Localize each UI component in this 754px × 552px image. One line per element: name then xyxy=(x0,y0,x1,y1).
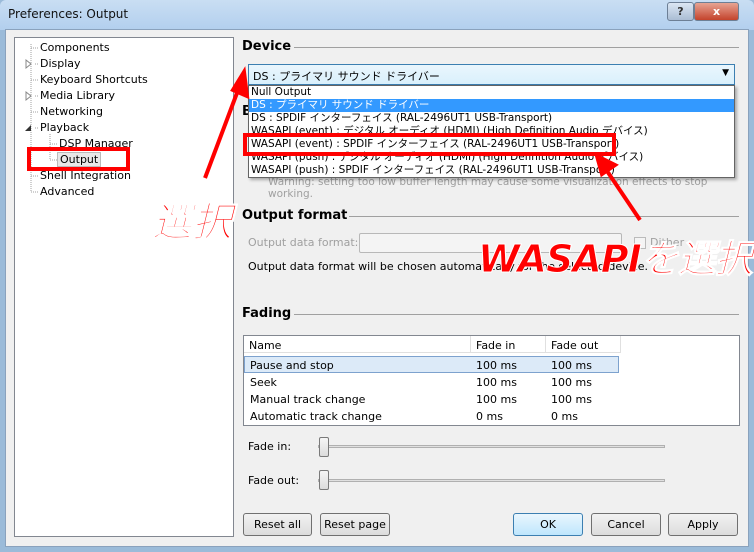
annotation-select: 選択 xyxy=(152,200,233,247)
annotation-select-wasapi: WASAPIを選択 xyxy=(478,237,754,282)
arrow-icon xyxy=(603,166,642,222)
arrow-icon xyxy=(203,84,242,179)
